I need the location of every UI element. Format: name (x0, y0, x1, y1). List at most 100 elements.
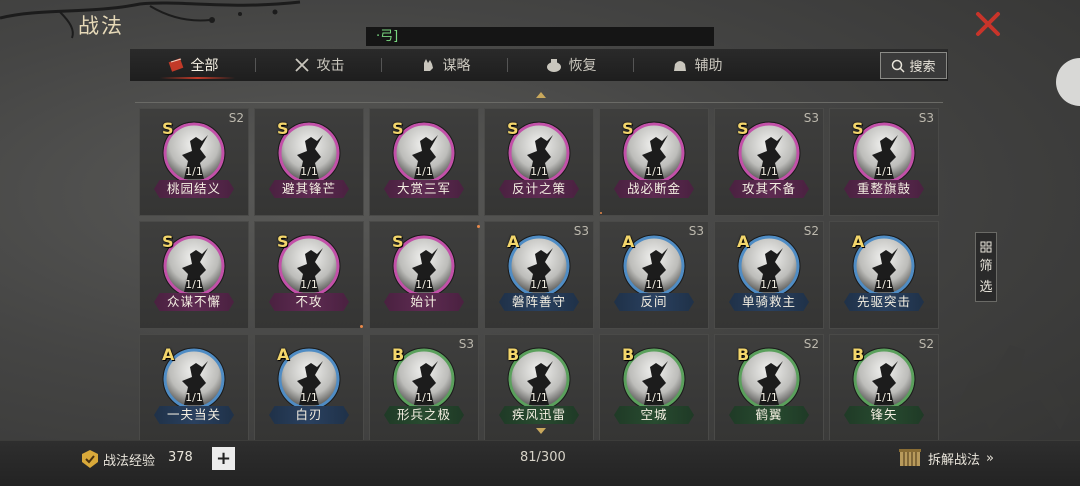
search-input[interactable]: ·弓] (366, 27, 714, 46)
skill-name: 众谋不懈 (154, 293, 234, 311)
tab-label: 全部 (190, 58, 219, 74)
grade-badge: B (622, 345, 635, 364)
grade-badge: B (392, 345, 405, 364)
skill-name: 不攻 (269, 293, 349, 311)
skill-count: 1/1 (415, 165, 433, 178)
side-drawer-handle[interactable] (1056, 58, 1080, 106)
skill-card[interactable]: S 1/1 始计 (369, 221, 479, 329)
season-tag: S2 (803, 337, 819, 351)
grade-badge: S (277, 119, 289, 138)
skill-count: 1/1 (530, 278, 548, 291)
ember-particle (360, 325, 363, 328)
season-tag: S2 (803, 224, 819, 238)
skill-grid: S2 S 1/1 桃园结义 S 1/1 避其锋芒 S 1/1 大赏三军 S 1/1 反计之策 S 1/1 战必… (139, 108, 941, 442)
tab-recovery[interactable]: 恢复 (508, 49, 633, 81)
grade-badge: S (392, 119, 404, 138)
skill-name: 桃园结义 (154, 180, 234, 198)
skill-count: 1/1 (760, 278, 778, 291)
skill-card[interactable]: S 1/1 避其锋芒 (254, 108, 364, 216)
grid-icon (980, 241, 992, 253)
skill-card[interactable]: S3 A 1/1 反间 (599, 221, 709, 329)
tab-bar: 全部 攻击 谋略 恢复 辅助 (130, 49, 948, 81)
tab-strategy[interactable]: 谋略 (382, 49, 507, 81)
grade-badge: S (852, 119, 864, 138)
skill-card[interactable]: S3 S 1/1 重整旗鼓 (829, 108, 939, 216)
skill-card[interactable]: S3 A 1/1 磐阵善守 (484, 221, 594, 329)
skill-capacity: 81/300 (520, 450, 566, 465)
skill-card[interactable]: A 1/1 先驱突击 (829, 221, 939, 329)
skill-name: 磐阵善守 (499, 293, 579, 311)
search-button-label: 搜索 (909, 60, 936, 75)
skill-card[interactable]: A 1/1 白刃 (254, 334, 364, 442)
skill-count: 1/1 (530, 391, 548, 404)
grade-badge: S (622, 119, 634, 138)
disassemble-skill-button[interactable]: 拆解战法 » (898, 446, 994, 470)
skill-count: 1/1 (530, 165, 548, 178)
skill-card[interactable]: S 1/1 大赏三军 (369, 108, 479, 216)
filter-label: 筛 (979, 259, 993, 274)
tab-support[interactable]: 辅助 (634, 49, 759, 81)
skill-name: 锋矢 (844, 406, 924, 424)
skill-count: 1/1 (185, 391, 203, 404)
scroll-bundle-icon (899, 449, 921, 466)
skill-card[interactable]: S 1/1 众谋不懈 (139, 221, 249, 329)
skill-card[interactable]: B 1/1 空城 (599, 334, 709, 442)
skill-name: 大赏三军 (384, 180, 464, 198)
skill-card[interactable]: S2 S 1/1 桃园结义 (139, 108, 249, 216)
grade-badge: B (852, 345, 865, 364)
close-icon[interactable] (974, 10, 1002, 38)
page-title: 战法 (78, 14, 124, 38)
tab-label: 恢复 (568, 58, 597, 74)
skill-card[interactable]: S2 B 1/1 鹤翼 (714, 334, 824, 442)
grade-badge: A (852, 232, 865, 251)
grade-badge: S (737, 119, 749, 138)
skill-exp-label: 战法经验 (103, 454, 156, 469)
skill-count: 1/1 (300, 278, 318, 291)
skill-count: 1/1 (415, 278, 433, 291)
skill-name: 避其锋芒 (269, 180, 349, 198)
skill-exp-value: 378 (168, 450, 193, 465)
list-top-divider (135, 102, 943, 103)
grade-badge: B (737, 345, 750, 364)
ember-particle (600, 212, 602, 214)
skill-count: 1/1 (645, 391, 663, 404)
skill-count: 1/1 (300, 165, 318, 178)
skill-name: 鹤翼 (729, 406, 809, 424)
crossed-swords-icon (294, 58, 309, 72)
skill-exp-icon (82, 450, 98, 468)
skill-name: 形兵之极 (384, 406, 464, 424)
skill-card[interactable]: S 1/1 战必断金 (599, 108, 709, 216)
skill-card[interactable]: S3 S 1/1 攻其不备 (714, 108, 824, 216)
skill-name: 战必断金 (614, 180, 694, 198)
skill-card[interactable]: S2 B 1/1 锋矢 (829, 334, 939, 442)
skill-card[interactable]: S3 B 1/1 形兵之极 (369, 334, 479, 442)
skill-card[interactable]: S2 A 1/1 单骑救主 (714, 221, 824, 329)
skill-count: 1/1 (760, 391, 778, 404)
magnifier-icon (892, 59, 906, 73)
skill-name: 重整旗鼓 (844, 180, 924, 198)
skill-count: 1/1 (875, 278, 893, 291)
bag-icon (673, 61, 686, 71)
tab-attack[interactable]: 攻击 (256, 49, 381, 81)
disassemble-label: 拆解战法 (928, 452, 981, 468)
skill-card[interactable]: A 1/1 一夫当关 (139, 334, 249, 442)
filter-button[interactable]: 筛 选 (975, 232, 997, 302)
skill-count: 1/1 (185, 278, 203, 291)
scroll-down-arrow-icon[interactable] (536, 428, 546, 434)
skill-card[interactable]: S 1/1 不攻 (254, 221, 364, 329)
skill-card[interactable]: B 1/1 疾风迅雷 (484, 334, 594, 442)
skill-card[interactable]: S 1/1 反计之策 (484, 108, 594, 216)
skill-count: 1/1 (645, 278, 663, 291)
season-tag: S3 (803, 111, 819, 125)
season-tag: S2 (228, 111, 244, 125)
search-button[interactable]: 搜索 (880, 52, 947, 79)
filter-label: 选 (979, 280, 993, 295)
grade-badge: S (162, 119, 174, 138)
skill-name: 始计 (384, 293, 464, 311)
add-exp-button[interactable]: + (212, 447, 235, 470)
grade-badge: S (392, 232, 404, 251)
grade-badge: A (737, 232, 750, 251)
tab-all[interactable]: 全部 (130, 49, 255, 81)
skill-name: 单骑救主 (729, 293, 809, 311)
scroll-up-arrow-icon[interactable] (536, 92, 546, 98)
